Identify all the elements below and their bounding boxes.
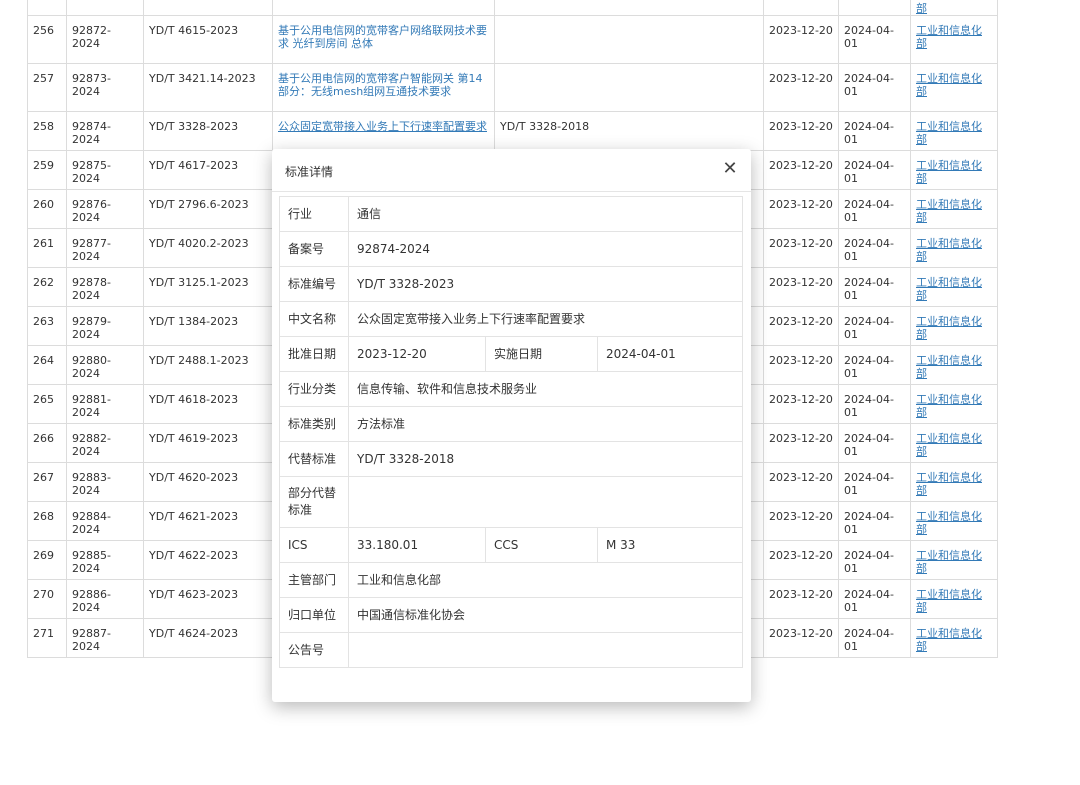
dialog-header: 标准详情 ✕ [272, 149, 751, 192]
value-notice [348, 632, 743, 668]
value-approve-date: 2023-12-20 [348, 336, 486, 372]
value-ccs: M 33 [597, 527, 743, 563]
dialog-title: 标准详情 [285, 165, 334, 179]
label-category: 行业分类 [279, 371, 349, 407]
label-cn-name: 中文名称 [279, 301, 349, 337]
label-std-no: 标准编号 [279, 266, 349, 302]
close-icon[interactable]: ✕ [719, 158, 741, 180]
label-approve-date: 批准日期 [279, 336, 349, 372]
label-industry: 行业 [279, 196, 349, 232]
label-record-no: 备案号 [279, 231, 349, 267]
value-org: 中国通信标准化协会 [348, 597, 743, 633]
detail-table: 行业 通信 备案号 92874-2024 标准编号 YD/T 3328-2023… [279, 196, 743, 668]
value-std-no: YD/T 3328-2023 [348, 266, 743, 302]
label-type: 标准类别 [279, 406, 349, 442]
value-type: 方法标准 [348, 406, 743, 442]
label-partial-replace: 部分代替标准 [279, 476, 349, 528]
label-ics: ICS [279, 527, 349, 563]
value-ics: 33.180.01 [348, 527, 486, 563]
label-notice: 公告号 [279, 632, 349, 668]
label-ccs: CCS [485, 527, 598, 563]
standard-detail-dialog: 标准详情 ✕ 行业 通信 备案号 92874-2024 标准编号 YD/T 33… [272, 149, 751, 702]
label-dept: 主管部门 [279, 562, 349, 598]
label-replace: 代替标准 [279, 441, 349, 477]
value-replace: YD/T 3328-2018 [348, 441, 743, 477]
label-impl-date: 实施日期 [485, 336, 598, 372]
value-dept: 工业和信息化部 [348, 562, 743, 598]
value-industry: 通信 [348, 196, 743, 232]
value-category: 信息传输、软件和信息技术服务业 [348, 371, 743, 407]
value-record-no: 92874-2024 [348, 231, 743, 267]
value-impl-date: 2024-04-01 [597, 336, 743, 372]
label-org: 归口单位 [279, 597, 349, 633]
value-partial-replace [348, 476, 743, 528]
value-cn-name: 公众固定宽带接入业务上下行速率配置要求 [348, 301, 743, 337]
